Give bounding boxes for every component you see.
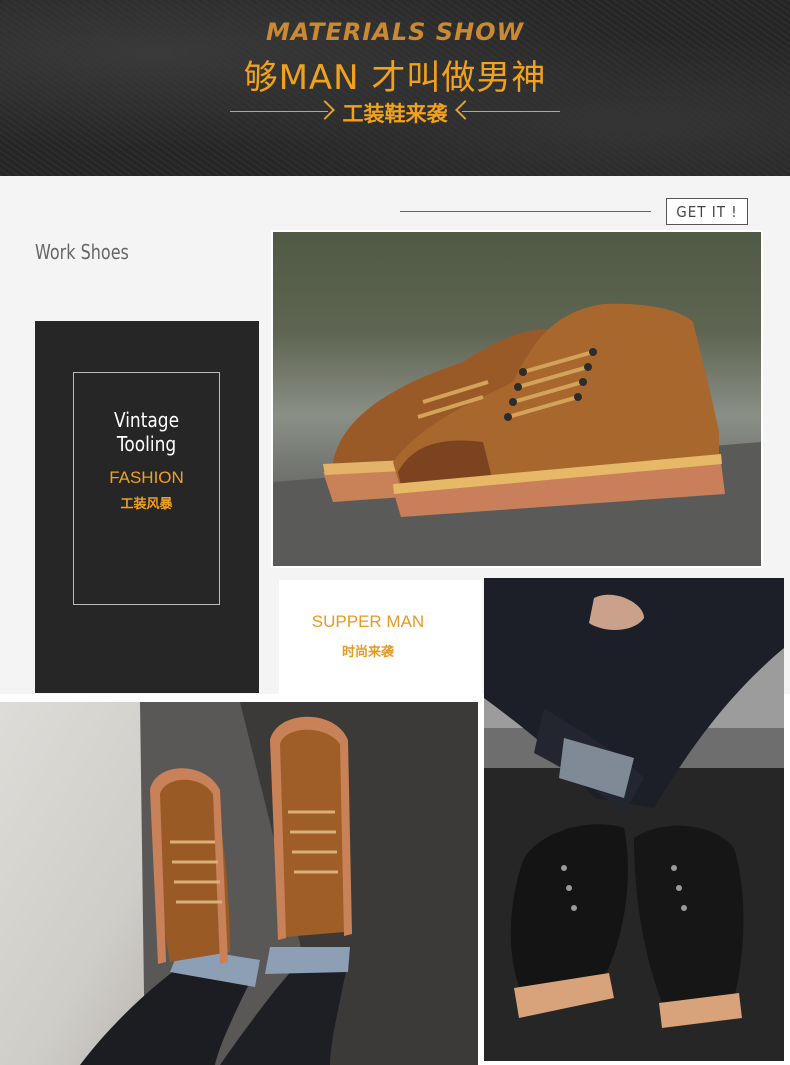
banner-headline: 够MAN 才叫做男神 [243, 58, 547, 98]
feature-card-white [279, 580, 482, 694]
card-white-title-cn: 时尚来袭 [341, 644, 394, 659]
card-frame [73, 372, 220, 605]
card-tag-cn: 工装风暴 [120, 496, 173, 511]
section-label: Work Shoes [35, 240, 129, 264]
product-photo-main [271, 230, 763, 568]
product-photo-stairs [0, 702, 478, 1065]
right-arrow-line [462, 111, 560, 112]
product-photo-black [484, 578, 784, 1061]
brown-boot-illustration [273, 303, 761, 566]
banner-subtitle: 工装鞋来袭 [342, 102, 448, 126]
boots-topview-illustration [80, 702, 478, 1065]
black-boot-illustration [484, 578, 784, 1061]
card-tag: FASHION [109, 468, 184, 487]
header-banner: MATERIALS SHOW 够MAN 才叫做男神 工装鞋来袭 [0, 0, 790, 176]
get-it-button[interactable]: GET IT ! [666, 198, 748, 225]
left-arrow-line [230, 111, 328, 112]
card-white-title: SUPPER MAN [311, 612, 425, 631]
banner-title: MATERIALS SHOW [265, 18, 525, 46]
banner-subtitle-group: 工装鞋来袭 [230, 96, 560, 128]
divider-line [400, 211, 651, 212]
card-title: Vintage Tooling [113, 408, 180, 456]
